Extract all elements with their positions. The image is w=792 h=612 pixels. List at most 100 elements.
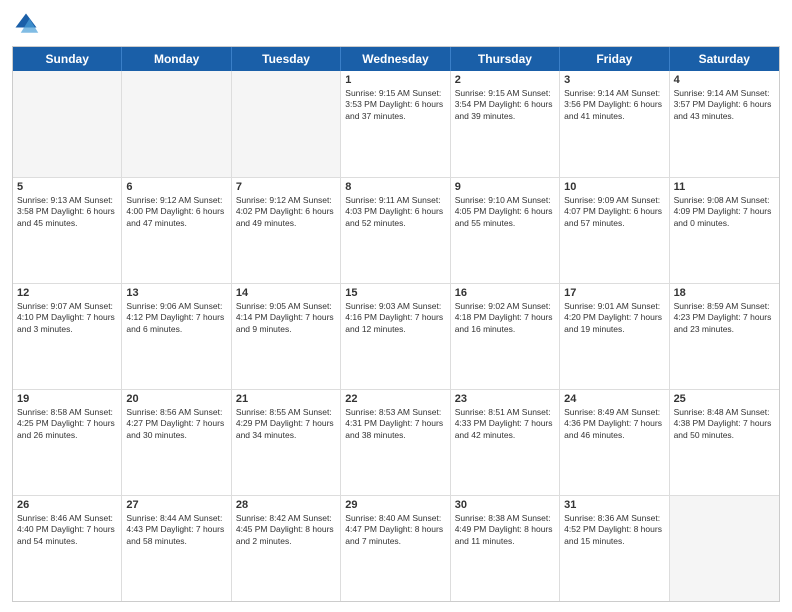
calendar-header: SundayMondayTuesdayWednesdayThursdayFrid…: [13, 47, 779, 71]
day-info: Sunrise: 9:07 AM Sunset: 4:10 PM Dayligh…: [17, 301, 117, 335]
day-number: 12: [17, 287, 117, 299]
day-info: Sunrise: 8:58 AM Sunset: 4:25 PM Dayligh…: [17, 407, 117, 441]
calendar-cell: [13, 71, 122, 177]
calendar-cell: 7 Sunrise: 9:12 AM Sunset: 4:02 PM Daylig…: [232, 178, 341, 283]
header-day-monday: Monday: [122, 47, 231, 71]
day-number: 16: [455, 287, 555, 299]
day-number: 17: [564, 287, 664, 299]
calendar-cell: 6Sunrise: 9:12 AM Sunset: 4:00 PM Daylig…: [122, 178, 231, 283]
day-info: Sunrise: 8:40 AM Sunset: 4:47 PM Dayligh…: [345, 513, 445, 547]
day-number: 22: [345, 393, 445, 405]
calendar-cell: 26 Sunrise: 8:46 AM Sunset: 4:40 PM Dayli…: [13, 496, 122, 601]
day-number: 23: [455, 393, 555, 405]
day-number: 29: [345, 499, 445, 511]
day-number: 19: [17, 393, 117, 405]
calendar-cell: 30Sunrise: 8:38 AM Sunset: 4:49 PM Dayli…: [451, 496, 560, 601]
page: SundayMondayTuesdayWednesdayThursdayFrid…: [0, 0, 792, 612]
day-number: 1: [345, 74, 445, 86]
calendar-cell: [670, 496, 779, 601]
day-number: 30: [455, 499, 555, 511]
calendar-week-3: 12 Sunrise: 9:07 AM Sunset: 4:10 PM Dayli…: [13, 283, 779, 389]
calendar-cell: 29 Sunrise: 8:40 AM Sunset: 4:47 PM Dayli…: [341, 496, 450, 601]
day-info: Sunrise: 9:12 AM Sunset: 4:02 PM Dayligh…: [236, 195, 336, 229]
day-info: Sunrise: 8:59 AM Sunset: 4:23 PM Dayligh…: [674, 301, 775, 335]
day-number: 4: [674, 74, 775, 86]
day-info: Sunrise: 8:56 AM Sunset: 4:27 PM Dayligh…: [126, 407, 226, 441]
calendar-cell: 14 Sunrise: 9:05 AM Sunset: 4:14 PM Dayli…: [232, 284, 341, 389]
calendar-cell: 23 Sunrise: 8:51 AM Sunset: 4:33 PM Dayli…: [451, 390, 560, 495]
day-info: Sunrise: 8:36 AM Sunset: 4:52 PM Dayligh…: [564, 513, 664, 547]
calendar-cell: 1 Sunrise: 9:15 AM Sunset: 3:53 PM Daylig…: [341, 71, 450, 177]
calendar-cell: 25Sunrise: 8:48 AM Sunset: 4:38 PM Dayli…: [670, 390, 779, 495]
day-info: Sunrise: 8:53 AM Sunset: 4:31 PM Dayligh…: [345, 407, 445, 441]
calendar-cell: 13 Sunrise: 9:06 AM Sunset: 4:12 PM Dayli…: [122, 284, 231, 389]
calendar-cell: 9Sunrise: 9:10 AM Sunset: 4:05 PM Daylig…: [451, 178, 560, 283]
calendar-cell: 27Sunrise: 8:44 AM Sunset: 4:43 PM Dayli…: [122, 496, 231, 601]
day-number: 28: [236, 499, 336, 511]
calendar-cell: 28 Sunrise: 8:42 AM Sunset: 4:45 PM Dayli…: [232, 496, 341, 601]
calendar-week-2: 5 Sunrise: 9:13 AM Sunset: 3:58 PM Daylig…: [13, 177, 779, 283]
day-info: Sunrise: 9:06 AM Sunset: 4:12 PM Dayligh…: [126, 301, 226, 335]
calendar-cell: 16 Sunrise: 9:02 AM Sunset: 4:18 PM Dayli…: [451, 284, 560, 389]
day-info: Sunrise: 9:15 AM Sunset: 3:53 PM Dayligh…: [345, 88, 445, 122]
day-number: 18: [674, 287, 775, 299]
day-info: Sunrise: 9:14 AM Sunset: 3:56 PM Dayligh…: [564, 88, 664, 122]
day-info: Sunrise: 9:05 AM Sunset: 4:14 PM Dayligh…: [236, 301, 336, 335]
calendar-cell: 3Sunrise: 9:14 AM Sunset: 3:56 PM Daylig…: [560, 71, 669, 177]
header-day-saturday: Saturday: [670, 47, 779, 71]
day-number: 13: [126, 287, 226, 299]
day-info: Sunrise: 9:08 AM Sunset: 4:09 PM Dayligh…: [674, 195, 775, 229]
calendar-body: 1 Sunrise: 9:15 AM Sunset: 3:53 PM Daylig…: [13, 71, 779, 601]
day-info: Sunrise: 8:46 AM Sunset: 4:40 PM Dayligh…: [17, 513, 117, 547]
calendar: SundayMondayTuesdayWednesdayThursdayFrid…: [12, 46, 780, 602]
day-number: 26: [17, 499, 117, 511]
day-number: 31: [564, 499, 664, 511]
calendar-cell: 15 Sunrise: 9:03 AM Sunset: 4:16 PM Dayli…: [341, 284, 450, 389]
day-number: 8: [345, 181, 445, 193]
calendar-cell: 19 Sunrise: 8:58 AM Sunset: 4:25 PM Dayli…: [13, 390, 122, 495]
calendar-week-5: 26 Sunrise: 8:46 AM Sunset: 4:40 PM Dayli…: [13, 495, 779, 601]
day-info: Sunrise: 8:51 AM Sunset: 4:33 PM Dayligh…: [455, 407, 555, 441]
day-number: 7: [236, 181, 336, 193]
calendar-cell: 24Sunrise: 8:49 AM Sunset: 4:36 PM Dayli…: [560, 390, 669, 495]
day-info: Sunrise: 9:14 AM Sunset: 3:57 PM Dayligh…: [674, 88, 775, 122]
day-info: Sunrise: 9:09 AM Sunset: 4:07 PM Dayligh…: [564, 195, 664, 229]
day-info: Sunrise: 8:42 AM Sunset: 4:45 PM Dayligh…: [236, 513, 336, 547]
calendar-cell: 5 Sunrise: 9:13 AM Sunset: 3:58 PM Daylig…: [13, 178, 122, 283]
logo: [12, 10, 42, 38]
day-number: 10: [564, 181, 664, 193]
header-day-tuesday: Tuesday: [232, 47, 341, 71]
day-info: Sunrise: 8:44 AM Sunset: 4:43 PM Dayligh…: [126, 513, 226, 547]
calendar-cell: [122, 71, 231, 177]
calendar-cell: 22 Sunrise: 8:53 AM Sunset: 4:31 PM Dayli…: [341, 390, 450, 495]
header: [12, 10, 780, 38]
day-info: Sunrise: 8:49 AM Sunset: 4:36 PM Dayligh…: [564, 407, 664, 441]
calendar-cell: 17Sunrise: 9:01 AM Sunset: 4:20 PM Dayli…: [560, 284, 669, 389]
day-info: Sunrise: 9:03 AM Sunset: 4:16 PM Dayligh…: [345, 301, 445, 335]
calendar-cell: 2 Sunrise: 9:15 AM Sunset: 3:54 PM Daylig…: [451, 71, 560, 177]
calendar-cell: 12 Sunrise: 9:07 AM Sunset: 4:10 PM Dayli…: [13, 284, 122, 389]
day-info: Sunrise: 9:13 AM Sunset: 3:58 PM Dayligh…: [17, 195, 117, 229]
day-number: 14: [236, 287, 336, 299]
day-info: Sunrise: 9:15 AM Sunset: 3:54 PM Dayligh…: [455, 88, 555, 122]
calendar-cell: 20 Sunrise: 8:56 AM Sunset: 4:27 PM Dayli…: [122, 390, 231, 495]
header-day-friday: Friday: [560, 47, 669, 71]
day-number: 11: [674, 181, 775, 193]
day-number: 21: [236, 393, 336, 405]
calendar-cell: [232, 71, 341, 177]
day-info: Sunrise: 9:11 AM Sunset: 4:03 PM Dayligh…: [345, 195, 445, 229]
header-day-wednesday: Wednesday: [341, 47, 450, 71]
day-number: 15: [345, 287, 445, 299]
logo-icon: [12, 10, 40, 38]
day-number: 9: [455, 181, 555, 193]
day-info: Sunrise: 9:02 AM Sunset: 4:18 PM Dayligh…: [455, 301, 555, 335]
calendar-week-1: 1 Sunrise: 9:15 AM Sunset: 3:53 PM Daylig…: [13, 71, 779, 177]
calendar-cell: 31 Sunrise: 8:36 AM Sunset: 4:52 PM Dayli…: [560, 496, 669, 601]
calendar-week-4: 19 Sunrise: 8:58 AM Sunset: 4:25 PM Dayli…: [13, 389, 779, 495]
calendar-cell: 21Sunrise: 8:55 AM Sunset: 4:29 PM Dayli…: [232, 390, 341, 495]
day-number: 5: [17, 181, 117, 193]
day-info: Sunrise: 8:48 AM Sunset: 4:38 PM Dayligh…: [674, 407, 775, 441]
day-number: 20: [126, 393, 226, 405]
day-info: Sunrise: 9:12 AM Sunset: 4:00 PM Dayligh…: [126, 195, 226, 229]
day-number: 2: [455, 74, 555, 86]
